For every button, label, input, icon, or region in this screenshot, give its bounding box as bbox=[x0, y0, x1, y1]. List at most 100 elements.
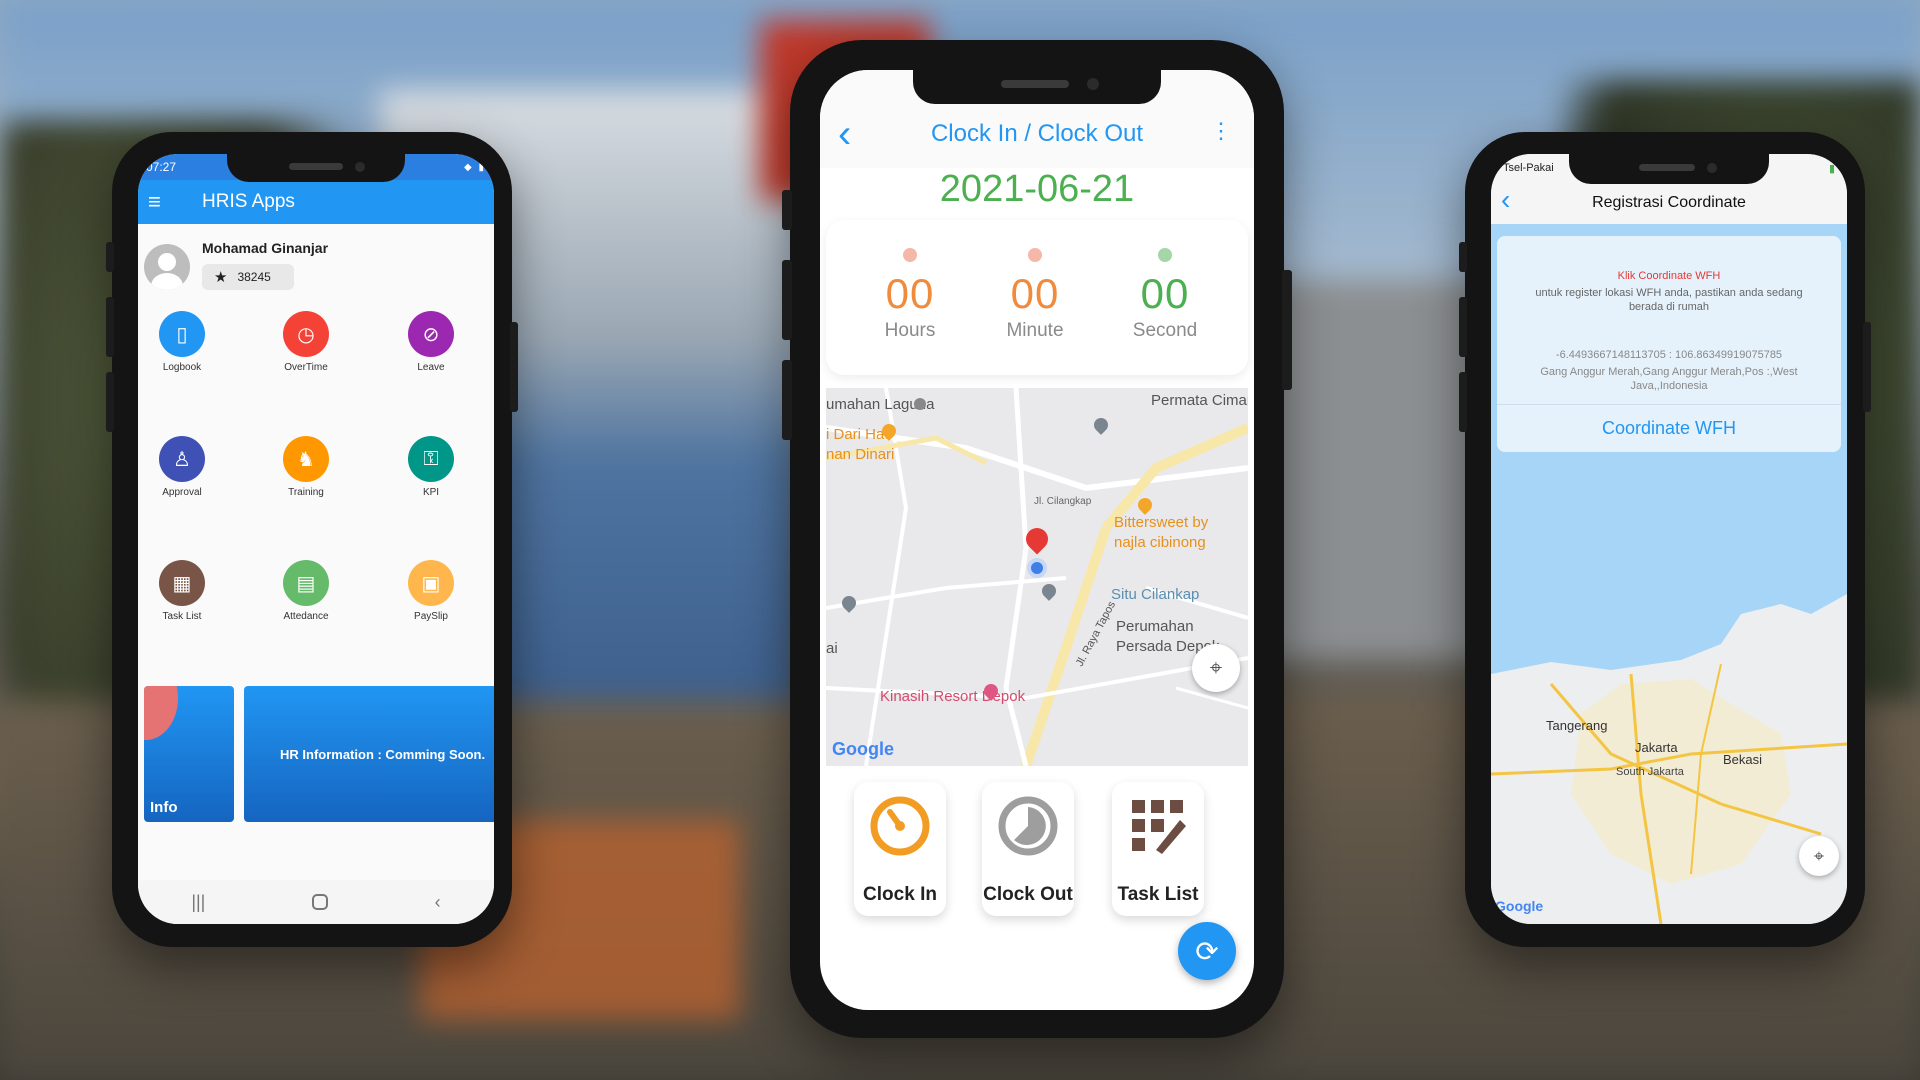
timer-unit: Hours bbox=[884, 320, 936, 341]
map-label: ai bbox=[826, 640, 838, 657]
leave-icon: ⊘ bbox=[408, 311, 454, 357]
timer-hours: 00 Hours bbox=[855, 248, 965, 342]
status-time: 07:27 bbox=[146, 160, 177, 174]
timer-value: 00 bbox=[1010, 270, 1060, 317]
timer-second: 00 Second bbox=[1110, 248, 1220, 342]
clock-out-icon bbox=[998, 796, 1058, 856]
menu-overtime[interactable]: ◷ OverTime bbox=[261, 311, 351, 373]
screen-center: ‹ Clock In / Clock Out ⋮ 2021-06-21 00 H… bbox=[820, 70, 1254, 1010]
menu-training[interactable]: ♞ Training bbox=[261, 436, 351, 498]
status-dot bbox=[1028, 248, 1042, 262]
card-heading: Klik Coordinate WFH bbox=[1617, 270, 1721, 282]
refresh-icon: ⟳ bbox=[1195, 935, 1219, 967]
info-card[interactable]: Info bbox=[144, 686, 234, 822]
timer-value: 00 bbox=[885, 270, 935, 317]
status-dot bbox=[1158, 248, 1172, 262]
avatar[interactable] bbox=[144, 244, 190, 290]
menu-payslip[interactable]: ▣ PaySlip bbox=[386, 560, 476, 622]
map-view[interactable]: umahan Laguna Permata Cimang i Dari Hati… bbox=[826, 388, 1248, 766]
phone-right: Tsel-Pakai ▮ ‹ Registrasi Coordinate Kli… bbox=[1459, 132, 1871, 947]
points-badge: ★ 38245 bbox=[202, 264, 294, 290]
timer-unit: Minute bbox=[1006, 320, 1064, 341]
stamp-icon: ♙ bbox=[159, 436, 205, 482]
timer-card: 00 Hours 00 Minute 00 Second bbox=[826, 220, 1248, 375]
tasklist-icon: ▦ bbox=[159, 560, 205, 606]
my-location-dot bbox=[1027, 558, 1047, 578]
task-list-button[interactable]: Task List bbox=[1112, 782, 1204, 916]
key-icon: ⚿ bbox=[408, 436, 454, 482]
phone-center: ‹ Clock In / Clock Out ⋮ 2021-06-21 00 H… bbox=[782, 40, 1292, 1038]
timer-unit: Second bbox=[1132, 320, 1198, 341]
calendar-icon: ▤ bbox=[283, 560, 329, 606]
map-label: Tangerang bbox=[1546, 718, 1608, 733]
status-icons: ◆ ▮ bbox=[464, 161, 486, 173]
logbook-icon: ▯ bbox=[159, 311, 205, 357]
app-bar: ≡ HRIS Apps bbox=[138, 180, 494, 224]
points-value: 38245 bbox=[237, 270, 271, 284]
map-label: South Jakarta bbox=[1616, 766, 1684, 778]
clock-in-button[interactable]: Clock In bbox=[854, 782, 946, 916]
action-label: Clock In bbox=[863, 884, 937, 905]
coordinates-value: -6.4493667148113705 : 106.86349919075785 bbox=[1555, 348, 1783, 361]
menu-logbook[interactable]: ▯ Logbook bbox=[138, 311, 227, 373]
header-bar: ‹ Registrasi Coordinate bbox=[1491, 182, 1847, 224]
back-icon[interactable]: ‹ bbox=[435, 892, 441, 913]
action-label: Clock Out bbox=[983, 884, 1073, 905]
menu-kpi[interactable]: ⚿ KPI bbox=[386, 436, 476, 498]
phone-left: 07:27 ◆ ▮ ≡ HRIS Apps Mohamad Ginanjar ★… bbox=[106, 132, 518, 947]
address-value: Gang Anggur Merah,Gang Anggur Merah,Pos … bbox=[1540, 365, 1798, 392]
action-label: Task List bbox=[1117, 884, 1199, 905]
status-dot bbox=[903, 248, 917, 262]
more-icon[interactable]: ⋮ bbox=[1210, 120, 1232, 142]
star-icon: ★ bbox=[214, 269, 228, 286]
info-label: Info bbox=[150, 799, 178, 816]
map-label: Bekasi bbox=[1723, 752, 1763, 767]
recents-icon[interactable]: ||| bbox=[191, 892, 205, 913]
coordinate-card: Klik Coordinate WFH untuk register lokas… bbox=[1497, 236, 1841, 452]
menu-leave[interactable]: ⊘ Leave bbox=[386, 311, 476, 373]
gps-icon: ⌖ bbox=[1813, 845, 1825, 866]
recenter-button[interactable]: ⌖ bbox=[1192, 644, 1240, 692]
timer-value: 00 bbox=[1140, 270, 1190, 317]
menu-icon[interactable]: ≡ bbox=[148, 189, 174, 215]
map-label: Jakarta bbox=[1635, 740, 1678, 755]
map-label: Permata Cimang bbox=[1151, 392, 1248, 409]
map-label: Kinasih Resort Depok bbox=[880, 688, 1026, 705]
clock-icon: ◷ bbox=[283, 311, 329, 357]
google-logo: Google bbox=[832, 739, 894, 759]
map-label: Situ Cilankap bbox=[1111, 586, 1200, 603]
carrier-text: Tsel-Pakai bbox=[1503, 162, 1554, 174]
map-label: Perumahan bbox=[1116, 618, 1194, 635]
user-name: Mohamad Ginanjar bbox=[202, 240, 329, 256]
training-icon: ♞ bbox=[283, 436, 329, 482]
home-icon[interactable] bbox=[312, 894, 329, 910]
timer-minute: 00 Minute bbox=[980, 248, 1090, 342]
clock-in-icon bbox=[870, 796, 930, 856]
map-label: Jl. Cilangkap bbox=[1034, 496, 1092, 507]
header-title: Clock In / Clock Out bbox=[930, 120, 1144, 147]
card-description: untuk register lokasi WFH anda, pastikan… bbox=[1535, 287, 1803, 314]
google-logo: Google bbox=[1495, 898, 1544, 914]
task-list-icon bbox=[1132, 800, 1186, 854]
gps-icon: ⌖ bbox=[1209, 655, 1223, 680]
menu-task-list[interactable]: ▦ Task List bbox=[138, 560, 227, 622]
payslip-icon: ▣ bbox=[408, 560, 454, 606]
android-nav-bar: ||| ‹ bbox=[138, 880, 494, 924]
screen-left: 07:27 ◆ ▮ ≡ HRIS Apps Mohamad Ginanjar ★… bbox=[138, 154, 494, 924]
map-view[interactable]: Tangerang Jakarta Bekasi South Jakarta G… bbox=[1491, 574, 1847, 924]
hr-info-text: HR Information : Comming Soon. bbox=[280, 746, 486, 762]
map-label: nan Dinari bbox=[826, 446, 895, 463]
header-title: Registrasi Coordinate bbox=[1592, 194, 1746, 211]
coordinate-wfh-button[interactable]: Coordinate WFH bbox=[1497, 404, 1841, 452]
map-label: Bittersweet by bbox=[1114, 514, 1209, 531]
recenter-button[interactable]: ⌖ bbox=[1799, 836, 1839, 876]
refresh-fab[interactable]: ⟳ bbox=[1178, 922, 1236, 980]
menu-attedance[interactable]: ▤ Attedance bbox=[261, 560, 351, 622]
hr-info-card[interactable]: HR Information : Comming Soon. bbox=[244, 686, 494, 822]
screen-right: Tsel-Pakai ▮ ‹ Registrasi Coordinate Kli… bbox=[1491, 154, 1847, 924]
clock-out-button[interactable]: Clock Out bbox=[982, 782, 1074, 916]
battery-icon: ▮ bbox=[1828, 162, 1835, 175]
menu-approval[interactable]: ♙ Approval bbox=[138, 436, 227, 498]
place-pin-icon bbox=[914, 398, 926, 410]
map-label: najla cibinong bbox=[1114, 534, 1206, 551]
